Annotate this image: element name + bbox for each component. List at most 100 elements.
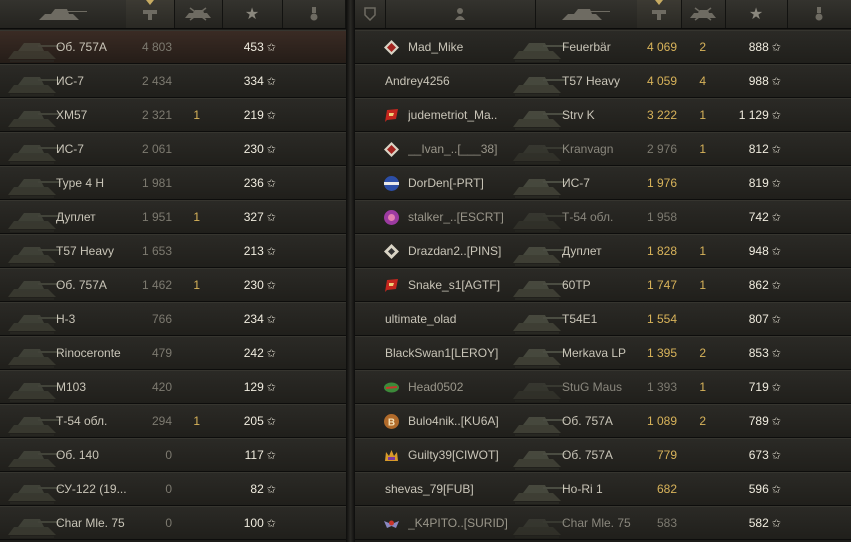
column-vehicle-header[interactable] — [535, 0, 638, 28]
experience-cell: 862 ✩ — [725, 269, 781, 302]
table-row[interactable]: M103 420 129 ✩ — [0, 370, 346, 404]
table-row[interactable]: __Ivan_..[___38] Kranvagn 2 976 1 812 ✩ — [355, 132, 851, 166]
table-row[interactable]: Дуплет 1 951 1 327 ✩ — [0, 200, 346, 234]
table-row[interactable]: СУ-122 (19... 0 82 ✩ — [0, 472, 346, 506]
table-row[interactable]: Об. 757А 4 803 453 ✩ — [0, 30, 346, 64]
column-kills-header[interactable] — [681, 0, 726, 28]
table-row[interactable]: Drazdan2..[PINS] Дуплет 1 828 1 948 ✩ — [355, 234, 851, 268]
column-medal-header[interactable] — [787, 0, 851, 28]
table-row[interactable]: BlackSwan1[LEROY] Merkava LP 1 395 2 853 ✩ — [355, 336, 851, 370]
star-icon: ✩ — [771, 348, 781, 360]
experience-value: 742 — [748, 210, 769, 224]
experience-cell: 742 ✩ — [725, 201, 781, 234]
damage-value: 0 — [165, 448, 172, 462]
vehicle-tank-icon — [4, 339, 62, 369]
damage-value: 1 089 — [646, 414, 677, 428]
experience-value: 327 — [243, 210, 264, 224]
column-damage-header[interactable] — [126, 0, 175, 28]
usa-badge-icon — [383, 175, 400, 192]
column-kills-header[interactable] — [174, 0, 223, 28]
star-icon: ✩ — [771, 76, 781, 88]
experience-value: 596 — [748, 482, 769, 496]
column-player-header[interactable] — [385, 0, 536, 28]
vehicle-name: Kranvagn — [562, 142, 614, 156]
table-row[interactable]: T57 Heavy 1 653 213 ✩ — [0, 234, 346, 268]
star-icon: ✩ — [266, 484, 276, 496]
table-row[interactable]: Об. 757А 1 462 1 230 ✩ — [0, 268, 346, 302]
experience-cell: 596 ✩ — [725, 473, 781, 506]
star-icon: ✩ — [771, 246, 781, 258]
star-icon: ✩ — [771, 178, 781, 190]
experience-cell: 582 ✩ — [725, 507, 781, 540]
kills-icon — [185, 7, 211, 21]
table-row[interactable]: Char Mle. 75 0 100 ✩ — [0, 506, 346, 540]
table-row[interactable]: Т-54 обл. 294 1 205 ✩ — [0, 404, 346, 438]
vehicle-name: Т-54 обл. — [56, 414, 108, 428]
star-icon: ✩ — [771, 382, 781, 394]
vehicle-name: Rinoceronte — [56, 346, 121, 360]
kills-value: 1 — [193, 278, 200, 292]
vehicle-tank-icon — [509, 135, 567, 165]
kills-value — [174, 439, 200, 472]
table-row[interactable]: Н-3 766 234 ✩ — [0, 302, 346, 336]
vehicle-name: Дуплет — [562, 244, 602, 258]
vehicle-name: ИС-7 — [562, 176, 590, 190]
table-row[interactable]: Об. 140 0 117 ✩ — [0, 438, 346, 472]
star-icon: ✩ — [771, 450, 781, 462]
star-icon: ✩ — [771, 110, 781, 122]
column-medal-header[interactable] — [282, 0, 346, 28]
table-row[interactable]: Guilty39[CIWOT] Об. 757А 779 673 ✩ — [355, 438, 851, 472]
experience-value: 205 — [243, 414, 264, 428]
kills-value — [681, 507, 706, 540]
table-row[interactable]: ИС-7 2 061 230 ✩ — [0, 132, 346, 166]
table-row[interactable]: _K4PITO..[SURID] Char Mle. 75 583 582 ✩ — [355, 506, 851, 540]
experience-value: 888 — [748, 40, 769, 54]
experience-cell: 129 ✩ — [222, 371, 276, 404]
table-row[interactable]: shevas_79[FUB] Ho-Ri 1 682 596 ✩ — [355, 472, 851, 506]
column-damage-header[interactable] — [637, 0, 682, 28]
table-row[interactable]: stalker_..[ESCRT] Т-54 обл. 1 958 742 ✩ — [355, 200, 851, 234]
column-experience-header[interactable]: ★ — [222, 0, 283, 28]
damage-value: 2 321 — [141, 108, 172, 122]
table-row[interactable]: Type 4 H 1 981 236 ✩ — [0, 166, 346, 200]
experience-value: 807 — [748, 312, 769, 326]
experience-cell: 82 ✩ — [222, 473, 276, 506]
vehicle-name: Об. 757А — [56, 40, 107, 54]
column-platoon-header[interactable] — [355, 0, 386, 28]
table-row[interactable]: Mad_Mike Feuerbär 4 069 2 888 ✩ — [355, 30, 851, 64]
experience-cell: 948 ✩ — [725, 235, 781, 268]
kills-value — [681, 473, 706, 506]
table-row[interactable]: Snake_s1[AGTF] 60TP 1 747 1 862 ✩ — [355, 268, 851, 302]
experience-value: 213 — [243, 244, 264, 258]
column-experience-header[interactable]: ★ — [725, 0, 788, 28]
kills-value: 1 — [193, 210, 200, 224]
vehicle-name: Merkava LP — [562, 346, 627, 360]
table-row[interactable]: DorDen[-PRT] ИС-7 1 976 819 ✩ — [355, 166, 851, 200]
column-vehicle-header[interactable] — [0, 0, 127, 28]
table-row[interactable]: ultimate_olad T54E1 1 554 807 ✩ — [355, 302, 851, 336]
vehicle-tank-icon — [4, 135, 62, 165]
star-icon: ✩ — [266, 246, 276, 258]
experience-cell: 812 ✩ — [725, 133, 781, 166]
damage-value: 1 462 — [141, 278, 172, 292]
damage-value: 1 554 — [646, 312, 677, 326]
damage-value: 583 — [656, 516, 677, 530]
experience-cell: 230 ✩ — [222, 133, 276, 166]
vehicle-tank-icon — [4, 373, 62, 403]
experience-value: 334 — [243, 74, 264, 88]
damage-value: 2 061 — [141, 142, 172, 156]
table-row[interactable]: XM57 2 321 1 219 ✩ — [0, 98, 346, 132]
table-row[interactable]: B Bulo4nik..[KU6A] Об. 757А 1 089 2 789 ✩ — [355, 404, 851, 438]
kills-value: 1 — [699, 244, 706, 258]
flag-badge-icon — [383, 277, 400, 294]
table-row[interactable]: Head0502 StuG Maus 1 393 1 719 ✩ — [355, 370, 851, 404]
table-row[interactable]: ИС-7 2 434 334 ✩ — [0, 64, 346, 98]
table-row[interactable]: Andrey4256 T57 Heavy 4 059 4 988 ✩ — [355, 64, 851, 98]
damage-value: 0 — [165, 482, 172, 496]
experience-value: 1 129 — [738, 108, 769, 122]
kills-value — [681, 303, 706, 336]
table-row[interactable]: judemetriot_Ma.. Strv K3 222 1 1 129 ✩ — [355, 98, 851, 132]
damage-value: 420 — [151, 380, 172, 394]
damage-icon — [652, 10, 666, 20]
table-row[interactable]: Rinoceronte 479 242 ✩ — [0, 336, 346, 370]
